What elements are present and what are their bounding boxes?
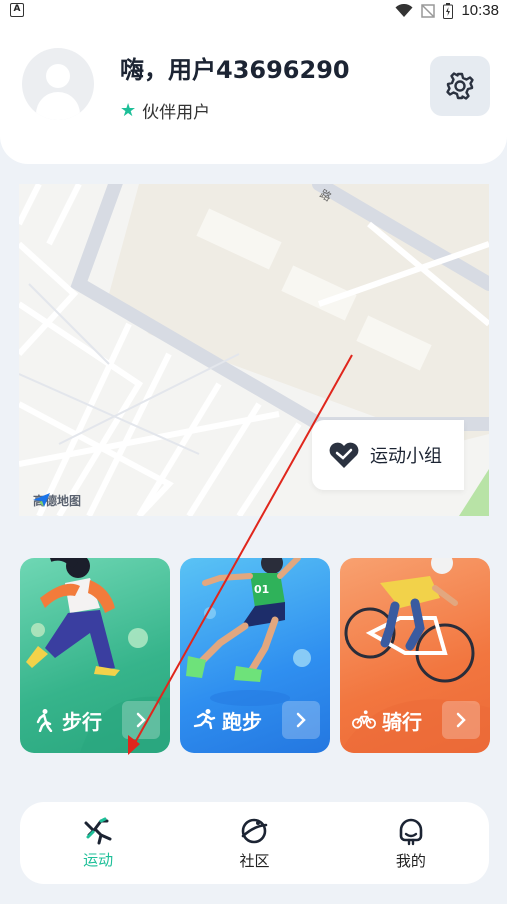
settings-button[interactable] [430,56,490,116]
signal-off-icon [421,3,436,18]
battery-icon [443,2,454,19]
run-label: 跑步 [222,709,262,734]
member-label: 伙伴用户 [142,103,211,123]
status-icons: 10:38 [395,2,499,19]
sport-group-button[interactable]: 运动小组 [312,420,464,490]
run-icon [193,709,216,730]
avatar[interactable] [22,48,94,120]
nav-item-sport[interactable]: 运动 [20,802,176,884]
sport-group-label: 运动小组 [370,446,442,467]
ride-arrow-button[interactable] [442,701,480,739]
nav-label-sport: 运动 [83,850,114,869]
run-card[interactable]: 01 跑步 [180,558,330,753]
ride-label: 骑行 [382,709,422,734]
walk-card[interactable]: 步行 [20,558,170,753]
nav-label-community: 社区 [239,851,270,870]
member-badge: ★ 伙伴用户 [120,98,210,123]
nav-label-mine: 我的 [395,851,426,870]
bike-icon [352,710,376,729]
face-icon [399,818,423,845]
chevron-right-icon [456,712,466,728]
sport-icon [84,817,112,844]
walk-arrow-button[interactable] [122,701,160,739]
walk-card-footer: 步行 [32,701,160,739]
star-icon: ★ [120,99,137,121]
heart-icon [329,442,359,468]
ride-card[interactable]: 骑行 [340,558,490,753]
profile-header: 嗨，用户43696290 ★ 伙伴用户 [0,22,507,164]
nav-item-mine[interactable]: 我的 [333,802,489,884]
bottom-nav: 运动 社区 我的 [20,802,489,884]
wifi-icon [395,3,413,17]
notification-icon: A [10,3,24,17]
walk-icon [36,709,53,732]
svg-text:01: 01 [254,583,269,596]
status-bar: A 10:38 [0,0,507,22]
chevron-right-icon [136,712,146,728]
greeting-title: 嗨，用户43696290 [120,56,350,84]
planet-icon [242,818,268,843]
status-time: 10:38 [461,2,499,19]
amap-logo-icon [33,493,50,507]
chevron-right-icon [296,712,306,728]
gear-icon [446,72,474,100]
run-arrow-button[interactable] [282,701,320,739]
map-provider-logo: 高德地图 [33,492,81,509]
nav-item-community[interactable]: 社区 [176,802,332,884]
run-card-footer: 跑步 [192,701,320,739]
ride-card-footer: 骑行 [352,701,480,739]
walk-label: 步行 [62,709,102,734]
